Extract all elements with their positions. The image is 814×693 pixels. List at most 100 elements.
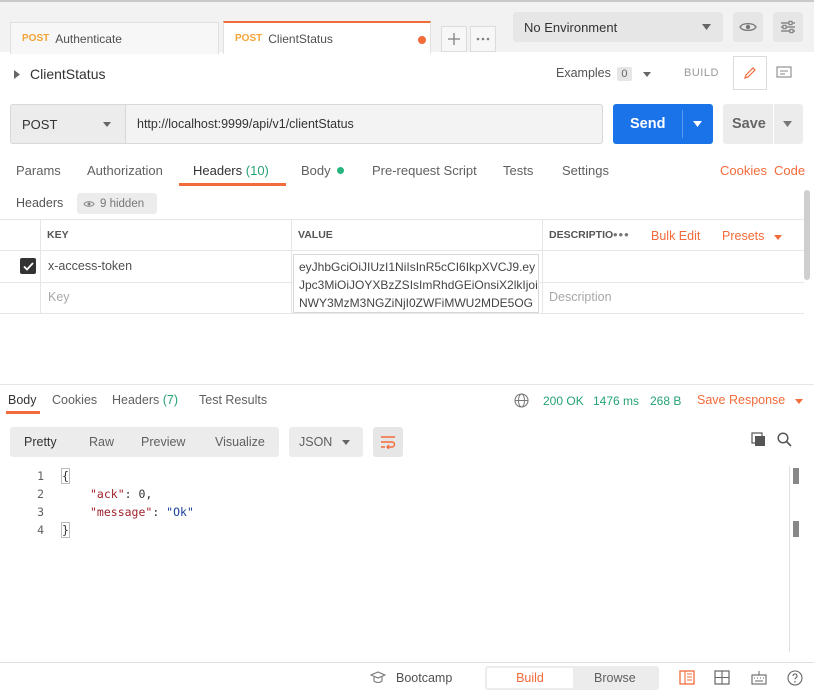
tab-headers[interactable]: Headers (10) [193,163,269,178]
build-mode-label: BUILD [684,67,719,79]
eye-icon [739,22,757,32]
response-size[interactable]: 268 B [650,394,681,408]
plus-icon [448,33,460,45]
copy-icon[interactable] [751,432,766,447]
line-number: 2 [37,487,44,501]
editor-scrollbar-top[interactable] [793,468,799,484]
chevron-down-icon [342,440,350,445]
new-description-input[interactable]: Description [549,290,612,304]
response-headers-count: (7) [162,393,179,407]
tab-params[interactable]: Params [16,163,61,178]
chevron-down-icon [702,24,711,30]
save-label: Save [732,116,766,132]
wrap-lines-icon [381,436,396,449]
header-value-cell[interactable]: eyJhbGciOiJIUzI1NiIsInR5cCI6IkpXVCJ9.eyJ… [293,254,539,313]
browse-toggle-button[interactable]: Browse [594,671,636,685]
code-line-message[interactable]: "message": "Ok" [90,505,194,519]
two-pane-icon[interactable] [679,670,695,685]
active-tab-indicator [179,183,286,186]
language-label: JSON [299,435,333,449]
search-icon[interactable] [777,432,792,447]
new-tab-button[interactable] [441,26,467,52]
hidden-headers-toggle[interactable]: 9 hidden [77,193,157,214]
tab-headers-label: Headers [193,163,243,178]
tab-clientstatus[interactable]: POST ClientStatus [223,21,431,54]
chevron-down-icon [783,121,792,127]
request-title[interactable]: ClientStatus [30,66,105,82]
column-header-key: KEY [41,220,292,251]
code-link[interactable]: Code [774,163,805,178]
environment-quick-look-button[interactable] [733,12,763,42]
build-toggle-button[interactable]: Build [487,668,573,688]
tab-options-button[interactable] [470,26,496,52]
body-indicator-dot [336,167,344,174]
response-tab-test-results[interactable]: Test Results [199,393,267,407]
row-divider [0,313,804,314]
send-label: Send [630,116,666,132]
request-scrollbar[interactable] [804,190,810,280]
chevron-down-icon [794,399,803,404]
column-divider [40,220,41,314]
tab-body[interactable]: Body [301,163,344,178]
tab-tests[interactable]: Tests [503,163,533,178]
tab-authorization[interactable]: Authorization [87,163,163,178]
line-number: 1 [37,469,44,483]
presets-dropdown[interactable]: Presets [722,229,782,243]
tab-authenticate[interactable]: POST Authenticate [10,22,219,54]
response-tab-cookies[interactable]: Cookies [52,393,97,407]
save-response-label: Save Response [697,393,786,407]
url-input[interactable]: http://localhost:9999/api/v1/clientStatu… [125,104,603,144]
tab-settings[interactable]: Settings [562,163,609,178]
response-tab-body[interactable]: Body [8,393,37,407]
save-divider [773,104,774,144]
response-status[interactable]: 200 OK [543,394,584,408]
cookies-link[interactable]: Cookies [720,163,767,178]
wrap-lines-button[interactable] [373,427,403,457]
bulk-edit-link[interactable]: Bulk Edit [651,229,700,243]
bootcamp-icon [370,671,386,684]
environment-select[interactable]: No Environment [513,12,723,42]
layout-grid-icon[interactable] [714,670,730,685]
tab-prerequest-script[interactable]: Pre-request Script [372,163,477,178]
tab-headers-count: (10) [245,163,269,178]
code-line-ack[interactable]: "ack": 0, [90,487,152,501]
description-column-label: DESCRIPTIO [549,229,614,241]
save-response-dropdown[interactable]: Save Response [697,393,803,407]
format-preview[interactable]: Preview [141,435,185,449]
header-key-cell[interactable]: x-access-token [48,259,132,273]
manage-environments-button[interactable] [773,12,803,42]
help-icon[interactable] [787,670,803,686]
sliders-icon [781,20,795,34]
comments-button[interactable] [771,60,797,86]
edit-button[interactable] [733,56,767,90]
language-select[interactable]: JSON [289,427,363,457]
hidden-headers-count: 9 hidden [100,197,145,210]
headers-section-title: Headers [16,196,64,210]
chevron-down-icon [773,235,782,240]
header-enabled-checkbox[interactable] [20,258,36,274]
chevron-down-icon [693,121,702,127]
format-visualize[interactable]: Visualize [215,435,265,449]
editor-scrollbar-thumb[interactable] [793,521,799,537]
column-options-button[interactable]: ••• [613,227,630,242]
keyboard-shortcuts-icon[interactable] [751,670,767,685]
format-pretty[interactable]: Pretty [24,435,57,449]
send-button[interactable]: Send [613,104,713,144]
examples-dropdown[interactable]: Examples 0 [556,66,651,81]
examples-count: 0 [617,67,632,81]
more-icon [476,37,490,41]
bootcamp-link[interactable]: Bootcamp [396,671,452,685]
response-time[interactable]: 1476 ms [593,394,639,408]
unsaved-dot-icon [418,36,426,44]
code-brace-open[interactable]: { [61,468,70,484]
presets-label: Presets [722,229,765,243]
code-brace-close[interactable]: } [61,522,70,538]
new-key-input[interactable]: Key [48,290,70,304]
comment-icon [776,66,792,78]
format-raw[interactable]: Raw [89,435,114,449]
method-select[interactable]: POST [10,104,126,144]
globe-icon[interactable] [514,393,529,408]
save-button[interactable]: Save [723,104,803,144]
checkmark-icon [22,261,34,271]
response-tab-headers[interactable]: Headers (7) [112,393,178,407]
